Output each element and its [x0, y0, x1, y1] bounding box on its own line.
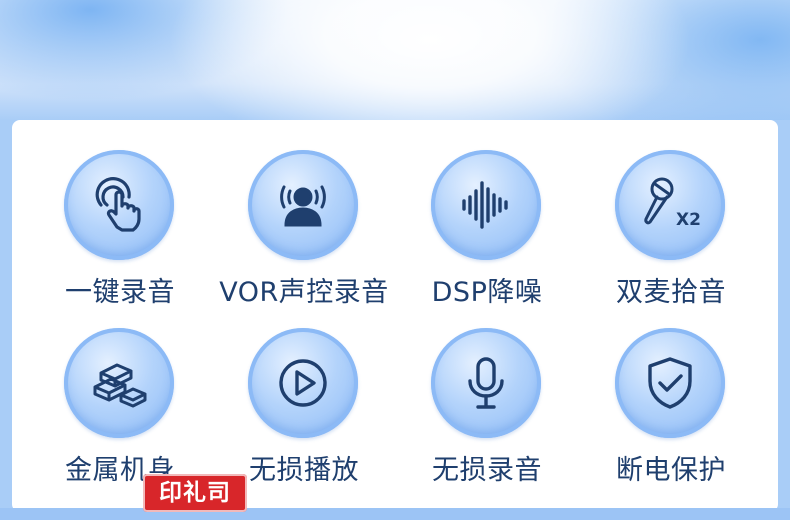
feature-one-key-record[interactable]: 一键录音 — [28, 150, 212, 320]
feature-label: VOR声控录音 — [219, 277, 389, 308]
feature-label: 双麦拾音 — [616, 277, 726, 308]
feature-dsp-noise-reduction[interactable]: DSP降噪 — [395, 150, 579, 320]
header-background — [0, 0, 790, 120]
feature-icon-circle — [615, 328, 725, 438]
feature-label: 无损录音 — [432, 455, 542, 486]
feature-label: DSP降噪 — [431, 277, 543, 308]
sound-wave-icon — [462, 181, 508, 229]
play-icon — [279, 359, 327, 407]
bottom-strip — [0, 508, 790, 520]
feature-icon-circle — [64, 150, 174, 260]
feature-metal-body[interactable]: 金属机身 — [28, 328, 212, 498]
voice-person-icon — [280, 185, 326, 227]
feature-icon-circle — [248, 328, 358, 438]
feature-label: 一键录音 — [65, 277, 175, 308]
feature-label: 断电保护 — [616, 455, 726, 486]
feature-lossless-record[interactable]: 无损录音 — [395, 328, 579, 498]
feature-power-off-protect[interactable]: 断电保护 — [579, 328, 763, 498]
feature-icon-circle: X2 — [615, 150, 725, 260]
feature-icon-circle — [431, 328, 541, 438]
feature-icon-circle — [248, 150, 358, 260]
dual-mic-count: X2 — [676, 210, 700, 230]
metal-bars-icon — [93, 363, 147, 408]
dual-mic-icon: X2 — [644, 177, 700, 230]
feature-vor-voice-record[interactable]: VOR声控录音 — [212, 150, 396, 320]
feature-icon-circle — [64, 328, 174, 438]
feature-lossless-playback[interactable]: 无损播放 — [212, 328, 396, 498]
shield-check-icon — [648, 357, 692, 409]
watermark-stamp: 印礼司 — [143, 474, 247, 512]
feature-dual-mic[interactable]: X2 双麦拾音 — [579, 150, 763, 320]
microphone-icon — [468, 357, 504, 409]
feature-icon-circle — [431, 150, 541, 260]
touch-tap-icon — [95, 177, 141, 232]
